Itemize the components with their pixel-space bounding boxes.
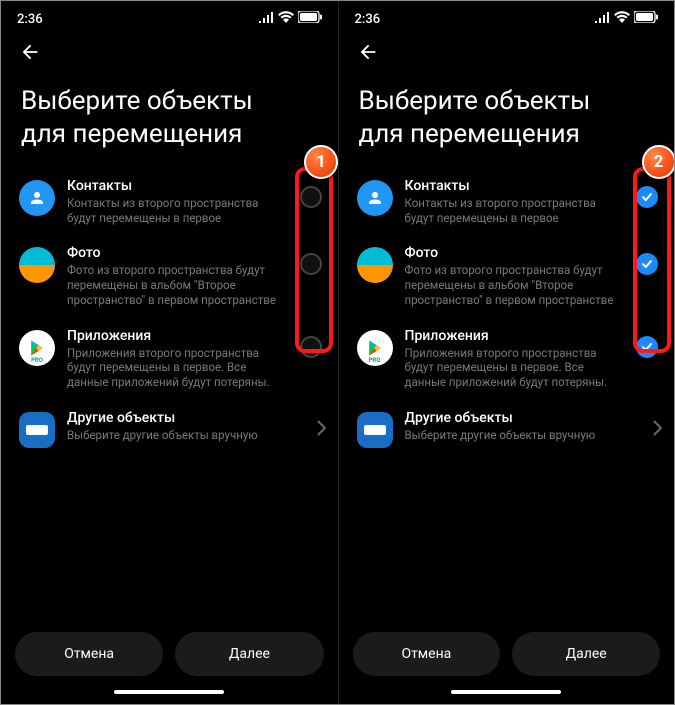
apps-sub: Приложения второго пространства будут пе… bbox=[67, 346, 280, 390]
transfer-list: Контакты Контакты из второго пространств… bbox=[1, 158, 338, 622]
row-other[interactable]: Другие объекты Выберите другие объекты в… bbox=[353, 400, 667, 458]
play-pro-label: PRO bbox=[369, 357, 381, 364]
nav-pill bbox=[451, 690, 561, 694]
wifi-icon bbox=[614, 11, 630, 27]
row-photos[interactable]: Фото Фото из второго пространства будут … bbox=[353, 235, 667, 317]
phone-screen-right: 2:36 Выберите объекты для перемещения bbox=[338, 1, 675, 704]
contacts-sub: Контакты из второго пространства будут п… bbox=[67, 196, 280, 225]
status-bar: 2:36 bbox=[1, 1, 338, 31]
apps-title: Приложения bbox=[405, 328, 617, 344]
other-icon bbox=[357, 412, 393, 448]
other-title: Другие объекты bbox=[405, 410, 637, 426]
button-bar: Отмена Далее bbox=[1, 622, 338, 682]
status-time: 2:36 bbox=[355, 12, 381, 27]
row-apps[interactable]: PRO Приложения Приложения второго простр… bbox=[15, 318, 330, 400]
heading-line1: Выберите объекты bbox=[359, 86, 591, 116]
photos-icon bbox=[19, 247, 55, 283]
battery-icon bbox=[634, 11, 658, 27]
heading-line1: Выберите объекты bbox=[21, 86, 253, 116]
phone-screen-left: 2:36 Выберите объекты для перемещения bbox=[1, 1, 338, 704]
row-other[interactable]: Другие объекты Выберите другие объекты в… bbox=[15, 400, 330, 458]
apps-checkbox[interactable] bbox=[300, 336, 322, 358]
battery-icon bbox=[298, 11, 322, 27]
row-contacts[interactable]: Контакты Контакты из второго пространств… bbox=[15, 168, 330, 235]
status-icons bbox=[595, 11, 658, 27]
contacts-checkbox[interactable] bbox=[300, 186, 322, 208]
next-button[interactable]: Далее bbox=[175, 632, 323, 676]
contacts-sub: Контакты из второго пространства будут п… bbox=[405, 196, 617, 225]
chevron-right-icon bbox=[316, 410, 326, 440]
photos-checkbox[interactable] bbox=[636, 253, 658, 275]
apps-sub: Приложения второго пространства будут пе… bbox=[405, 346, 617, 390]
nav-bar[interactable] bbox=[1, 682, 338, 704]
contacts-icon bbox=[357, 180, 393, 216]
apps-checkbox[interactable] bbox=[636, 336, 658, 358]
row-apps[interactable]: PRO Приложения Приложения второго простр… bbox=[353, 318, 667, 400]
status-icons bbox=[259, 11, 322, 27]
next-button[interactable]: Далее bbox=[512, 632, 660, 676]
photos-sub: Фото из второго пространства будут перем… bbox=[67, 263, 280, 307]
row-contacts[interactable]: Контакты Контакты из второго пространств… bbox=[353, 168, 667, 235]
apps-icon: PRO bbox=[357, 330, 393, 366]
heading-line2: для перемещения bbox=[21, 119, 242, 149]
page-title: Выберите объекты для перемещения bbox=[1, 67, 338, 158]
back-button[interactable] bbox=[357, 41, 379, 67]
heading-line2: для перемещения bbox=[359, 119, 580, 149]
status-time: 2:36 bbox=[17, 12, 43, 27]
photos-checkbox[interactable] bbox=[300, 253, 322, 275]
cancel-button[interactable]: Отмена bbox=[15, 632, 163, 676]
nav-bar[interactable] bbox=[339, 682, 675, 704]
row-photos[interactable]: Фото Фото из второго пространства будут … bbox=[15, 235, 330, 317]
apps-title: Приложения bbox=[67, 328, 280, 344]
contacts-title: Контакты bbox=[405, 178, 617, 194]
cancel-button[interactable]: Отмена bbox=[353, 632, 501, 676]
button-bar: Отмена Далее bbox=[339, 622, 675, 682]
photos-sub: Фото из второго пространства будут перем… bbox=[405, 263, 617, 307]
play-pro-label: PRO bbox=[31, 357, 43, 364]
signal-icon bbox=[259, 12, 274, 27]
other-title: Другие объекты bbox=[67, 410, 300, 426]
other-sub: Выберите другие объекты вручную bbox=[405, 428, 637, 443]
wifi-icon bbox=[278, 11, 294, 27]
contacts-icon bbox=[19, 180, 55, 216]
back-button[interactable] bbox=[19, 41, 41, 67]
page-title: Выберите объекты для перемещения bbox=[339, 67, 675, 158]
apps-icon: PRO bbox=[19, 330, 55, 366]
photos-icon bbox=[357, 247, 393, 283]
photos-title: Фото bbox=[405, 245, 617, 261]
other-icon bbox=[19, 412, 55, 448]
other-sub: Выберите другие объекты вручную bbox=[67, 428, 300, 443]
nav-pill bbox=[114, 690, 224, 694]
signal-icon bbox=[595, 12, 610, 27]
transfer-list: Контакты Контакты из второго пространств… bbox=[339, 158, 675, 622]
photos-title: Фото bbox=[67, 245, 280, 261]
status-bar: 2:36 bbox=[339, 1, 675, 31]
contacts-checkbox[interactable] bbox=[636, 186, 658, 208]
chevron-right-icon bbox=[652, 410, 662, 440]
contacts-title: Контакты bbox=[67, 178, 280, 194]
